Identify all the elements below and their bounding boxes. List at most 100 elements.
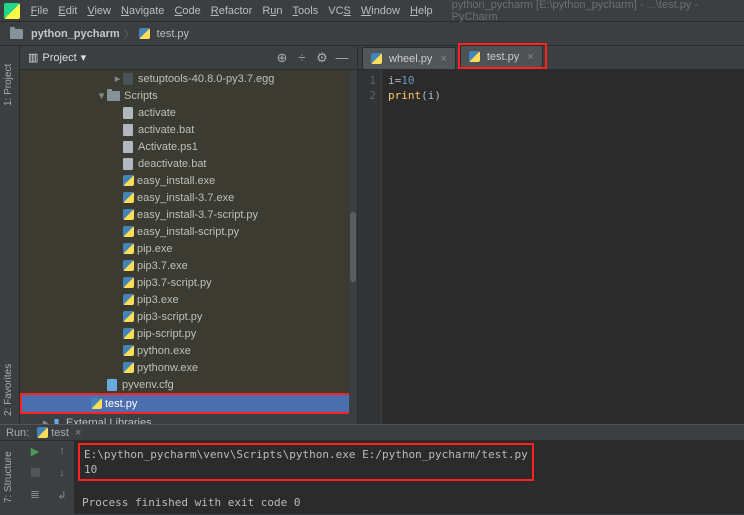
tab-structure-vertical[interactable]: 7: Structure xyxy=(3,451,14,503)
python-file-icon xyxy=(469,51,480,62)
close-icon[interactable]: × xyxy=(440,53,446,65)
tab-label: wheel.py xyxy=(389,53,432,65)
target-icon[interactable]: ⊕ xyxy=(275,51,289,65)
file-type-icon xyxy=(123,294,134,305)
tree-item[interactable]: test.py xyxy=(22,395,355,412)
tree-item[interactable]: activate xyxy=(20,104,357,121)
tree-item[interactable]: ▾Scripts xyxy=(20,87,357,104)
tree-item-label: pip-script.py xyxy=(137,328,196,340)
menu-file[interactable]: File xyxy=(26,5,54,17)
tab-project-vertical[interactable]: 1: Project xyxy=(3,64,14,106)
tree-item[interactable]: pip-script.py xyxy=(20,325,357,342)
menu-help[interactable]: Help xyxy=(405,5,438,17)
menu-navigate[interactable]: Navigate xyxy=(116,5,169,17)
tree-item[interactable]: pip3-script.py xyxy=(20,308,357,325)
stop-icon[interactable] xyxy=(31,468,40,477)
tree-item[interactable]: ▸setuptools-40.8.0-py3.7.egg xyxy=(20,70,357,87)
tree-item-label: External Libraries xyxy=(66,417,152,425)
file-type-icon xyxy=(123,311,134,322)
file-type-icon xyxy=(123,141,133,153)
python-file-icon xyxy=(371,53,382,64)
tree-item[interactable]: pip3.exe xyxy=(20,291,357,308)
menu-vcs[interactable]: VCS xyxy=(323,5,356,17)
run-config-name[interactable]: test xyxy=(51,427,69,439)
tree-item[interactable]: python.exe xyxy=(20,342,357,359)
tree-item[interactable]: Activate.ps1 xyxy=(20,138,357,155)
file-type-icon xyxy=(123,175,134,186)
tree-item-label: pythonw.exe xyxy=(137,362,198,374)
breadcrumb-project[interactable]: python_pycharm xyxy=(31,28,120,40)
gear-icon[interactable]: ⚙ xyxy=(315,51,329,65)
collapse-icon[interactable]: ÷ xyxy=(295,51,309,65)
pycharm-logo-icon xyxy=(4,3,20,19)
tree-item-label: easy_install-3.7.exe xyxy=(137,192,234,204)
tab-favorites-vertical[interactable]: 2: Favorites xyxy=(3,364,14,416)
tree-item-label: pip3-script.py xyxy=(137,311,202,323)
tree-item[interactable]: easy_install-3.7-script.py xyxy=(20,206,357,223)
hide-icon[interactable]: — xyxy=(335,51,349,65)
tree-item[interactable]: pip.exe xyxy=(20,240,357,257)
run-toolbar: ▶ ≣ xyxy=(20,441,50,514)
wrap-icon[interactable]: ↲ xyxy=(57,489,66,502)
left-tool-strip: 1: Project 2: Favorites xyxy=(0,46,20,424)
menu-view[interactable]: View xyxy=(82,5,116,17)
menu-refactor[interactable]: Refactor xyxy=(206,5,258,17)
project-view-selector[interactable]: ▥ Project ▾ xyxy=(28,51,86,64)
tree-item-label: deactivate.bat xyxy=(138,158,207,170)
editor-tabs: wheel.py × test.py × xyxy=(358,46,744,70)
menu-code[interactable]: Code xyxy=(169,5,205,17)
tree-item[interactable]: easy_install-script.py xyxy=(20,223,357,240)
tree-item[interactable]: easy_install.exe xyxy=(20,172,357,189)
tree-item[interactable]: ▸▮External Libraries xyxy=(20,414,357,424)
project-tree[interactable]: ▸setuptools-40.8.0-py3.7.egg▾Scriptsacti… xyxy=(20,70,357,424)
console-out: 10 xyxy=(84,462,528,477)
more-icon[interactable]: ≣ xyxy=(30,487,40,501)
highlight-box: test.py xyxy=(20,393,357,414)
file-type-icon xyxy=(91,398,102,409)
left-tool-strip-bottom: 7: Structure xyxy=(0,441,20,514)
python-file-icon xyxy=(139,28,150,39)
close-icon[interactable]: × xyxy=(75,427,81,439)
highlight-box: E:\python_pycharm\venv\Scripts\python.ex… xyxy=(78,443,534,481)
tree-item-label: Scripts xyxy=(124,90,158,102)
close-icon[interactable]: × xyxy=(527,51,533,63)
console-exit: Process finished with exit code 0 xyxy=(82,495,736,510)
menu-run[interactable]: Run xyxy=(257,5,287,17)
file-type-icon xyxy=(123,73,133,85)
up-icon[interactable]: ↑ xyxy=(59,445,65,457)
rerun-icon[interactable]: ▶ xyxy=(31,445,39,458)
menu-edit[interactable]: Edit xyxy=(53,5,82,17)
file-type-icon xyxy=(123,277,134,288)
tree-item-label: pyvenv.cfg xyxy=(122,379,174,391)
tree-item-label: test.py xyxy=(105,398,137,410)
tree-item-label: setuptools-40.8.0-py3.7.egg xyxy=(138,73,274,85)
file-type-icon xyxy=(123,107,133,119)
tab-label: test.py xyxy=(487,51,519,63)
run-toolbar-2: ↑ ↓ ↲ xyxy=(50,441,74,514)
tree-item-label: activate.bat xyxy=(138,124,194,136)
menu-window[interactable]: Window xyxy=(356,5,405,17)
tree-item[interactable]: pip3.7.exe xyxy=(20,257,357,274)
tree-item[interactable]: activate.bat xyxy=(20,121,357,138)
tree-item[interactable]: deactivate.bat xyxy=(20,155,357,172)
file-type-icon: ▮ xyxy=(51,417,62,424)
tree-scrollbar[interactable] xyxy=(349,70,357,424)
down-icon[interactable]: ↓ xyxy=(59,467,65,479)
file-type-icon xyxy=(123,124,133,136)
tree-item[interactable]: pyvenv.cfg xyxy=(20,376,357,393)
navigation-bar: python_pycharm 〉 test.py xyxy=(0,22,744,46)
code-area[interactable]: i=10 print(i) xyxy=(382,70,744,424)
file-type-icon xyxy=(123,260,134,271)
console-output[interactable]: E:\python_pycharm\venv\Scripts\python.ex… xyxy=(74,441,744,514)
file-type-icon xyxy=(123,192,134,203)
tab-wheel[interactable]: wheel.py × xyxy=(362,47,456,69)
file-type-icon xyxy=(123,158,133,170)
menu-tools[interactable]: Tools xyxy=(288,5,324,17)
console-cmd: E:\python_pycharm\venv\Scripts\python.ex… xyxy=(84,447,528,462)
tab-test[interactable]: test.py × xyxy=(460,45,543,67)
breadcrumb-file[interactable]: test.py xyxy=(157,28,189,40)
editor-gutter: 1 2 xyxy=(358,70,382,424)
tree-item[interactable]: easy_install-3.7.exe xyxy=(20,189,357,206)
tree-item[interactable]: pip3.7-script.py xyxy=(20,274,357,291)
tree-item[interactable]: pythonw.exe xyxy=(20,359,357,376)
